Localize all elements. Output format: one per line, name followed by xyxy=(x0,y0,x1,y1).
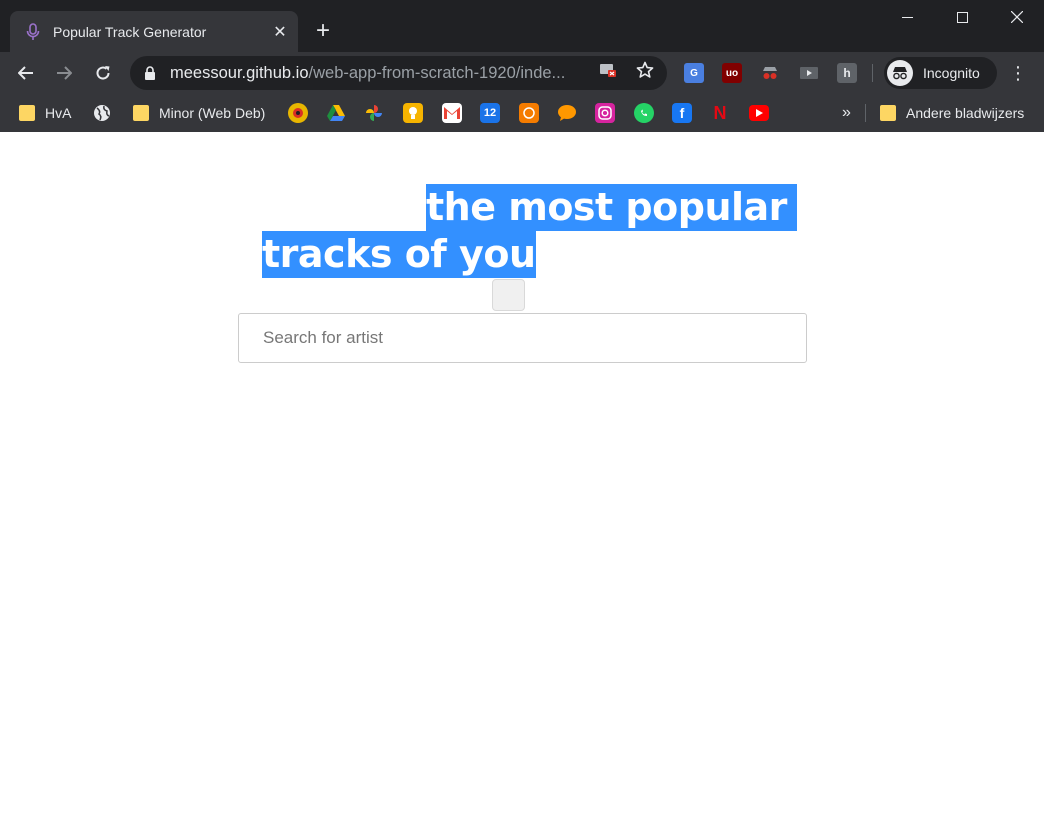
ublock-origin-icon[interactable]: uo xyxy=(722,63,742,83)
tab-title: Popular Track Generator xyxy=(53,23,207,40)
bookmark-label: Minor (Web Deb) xyxy=(159,105,266,121)
google-translate-icon[interactable]: G xyxy=(684,63,704,83)
maximize-window-icon[interactable] xyxy=(935,0,989,34)
browser-toolbar: meessour.github.io/web-app-from-scratch-… xyxy=(0,52,1044,94)
url-path: /web-app-from-scratch-1920/inde... xyxy=(308,63,566,82)
folder-icon xyxy=(19,105,35,121)
cast-blocked-icon[interactable] xyxy=(598,60,618,80)
google-calendar-icon[interactable]: 12 xyxy=(480,103,500,123)
artist-search-input[interactable] xyxy=(238,313,807,363)
incognito-icon xyxy=(887,60,913,86)
netflix-icon[interactable]: N xyxy=(710,103,730,123)
instagram-icon[interactable] xyxy=(595,103,615,123)
page-content: the most popular tracks of you xyxy=(0,132,1044,830)
address-bar[interactable]: meessour.github.io/web-app-from-scratch-… xyxy=(130,56,667,90)
google-photos-icon[interactable] xyxy=(364,103,384,123)
incognito-label: Incognito xyxy=(923,65,980,81)
bookmarks-separator xyxy=(865,104,866,122)
other-bookmarks-folder[interactable]: Andere bladwijzers xyxy=(880,102,1024,124)
microphone-icon xyxy=(24,22,42,41)
browser-tab-active[interactable]: Popular Track Generator ✕ xyxy=(10,11,298,52)
bookmarks-bar: HvA Minor (Web Deb) 12 f N » Andere blad… xyxy=(0,94,1044,132)
chat-bubble-icon[interactable] xyxy=(557,103,577,123)
other-bookmarks-label: Andere bladwijzers xyxy=(906,105,1025,121)
folder-icon xyxy=(880,105,896,121)
bookmark-hva[interactable]: HvA xyxy=(19,102,71,124)
minimize-window-icon[interactable] xyxy=(880,0,934,34)
browser-menu-icon[interactable]: ⋮ xyxy=(1006,57,1030,89)
url-host: meessour.github.io xyxy=(170,63,309,82)
incognito-extension-icon[interactable] xyxy=(760,63,780,83)
extension-h-icon[interactable]: h xyxy=(837,63,857,83)
star-bookmark-icon[interactable] xyxy=(635,60,655,80)
back-icon[interactable] xyxy=(10,57,42,89)
facebook-icon[interactable]: f xyxy=(672,103,692,123)
orange-app-icon[interactable] xyxy=(519,103,539,123)
url-text: meessour.github.io/web-app-from-scratch-… xyxy=(170,64,590,83)
custom-site-icon[interactable] xyxy=(288,103,308,123)
forward-icon[interactable] xyxy=(48,57,80,89)
bookmark-label: HvA xyxy=(45,105,72,121)
incognito-profile-button[interactable]: Incognito xyxy=(884,57,997,89)
gmail-icon[interactable] xyxy=(442,103,462,123)
heading-line-1: the most popular xyxy=(426,184,797,231)
reload-icon[interactable] xyxy=(87,57,119,89)
youtube-icon[interactable] xyxy=(749,105,769,121)
globe-icon[interactable] xyxy=(92,103,112,123)
more-bookmarks-button[interactable]: » xyxy=(842,102,851,124)
tab-close-icon[interactable]: ✕ xyxy=(268,20,292,44)
new-tab-button[interactable]: + xyxy=(310,18,336,44)
small-square-button[interactable] xyxy=(492,279,525,311)
google-keep-icon[interactable] xyxy=(403,103,423,123)
whatsapp-icon[interactable] xyxy=(634,103,654,123)
google-drive-icon[interactable] xyxy=(326,103,346,123)
close-window-icon[interactable] xyxy=(990,0,1044,34)
lock-icon xyxy=(144,66,158,80)
bookmark-minor-web-deb[interactable]: Minor (Web Deb) xyxy=(133,102,265,124)
browser-tab-strip: Popular Track Generator ✕ + xyxy=(0,0,1044,52)
folder-icon xyxy=(133,105,149,121)
heading-line-2: tracks of you xyxy=(262,231,536,278)
toolbar-separator xyxy=(872,64,873,82)
media-player-icon[interactable] xyxy=(799,63,819,83)
